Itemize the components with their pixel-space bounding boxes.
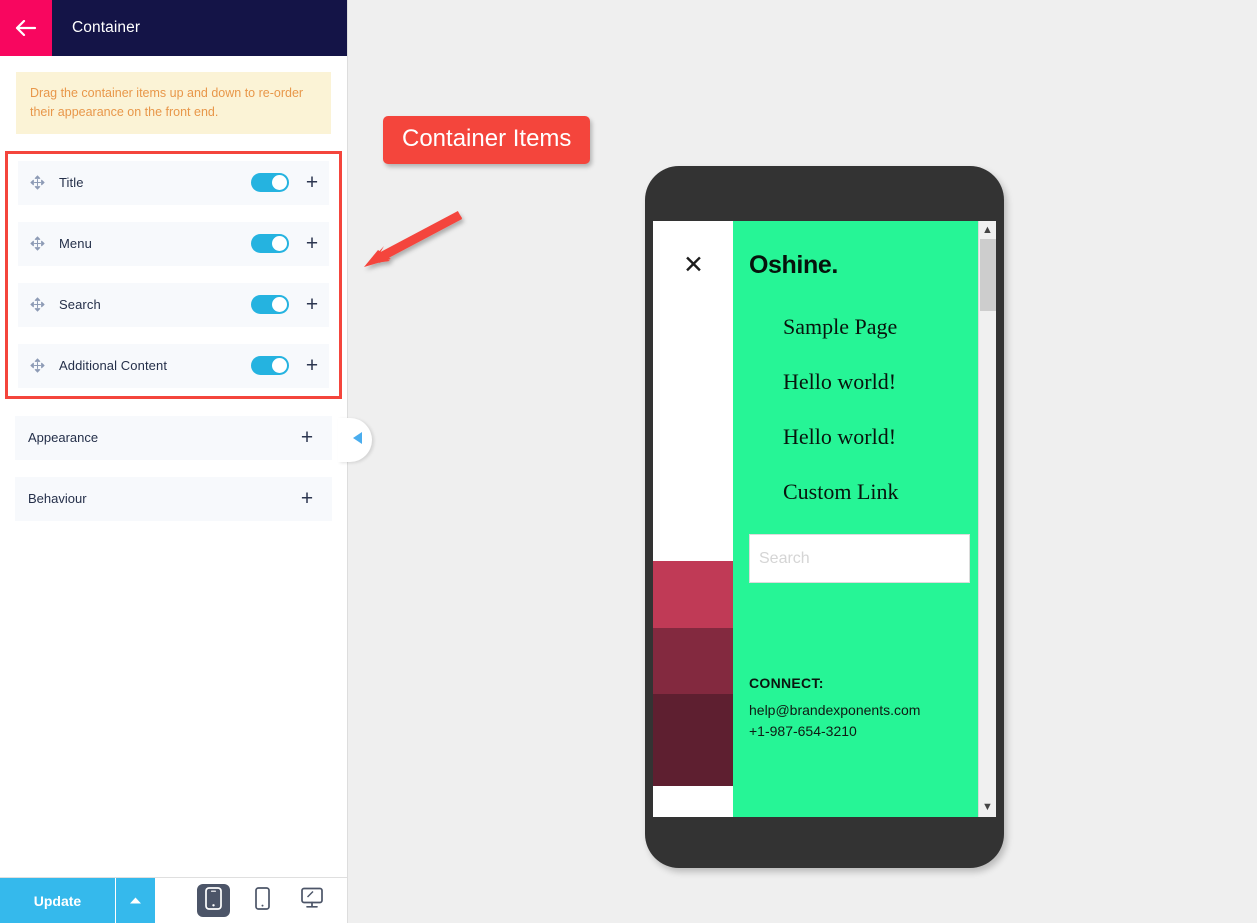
desktop-icon (300, 887, 324, 914)
app-root: Container Drag the container items up an… (0, 0, 1257, 923)
page-title: Container (72, 19, 141, 36)
update-button[interactable]: Update (0, 878, 115, 923)
container-item-label: Title (59, 175, 84, 190)
container-item-label: Additional Content (59, 358, 168, 373)
visibility-toggle[interactable] (251, 295, 289, 314)
visibility-toggle[interactable] (251, 356, 289, 375)
toggle-knob (272, 175, 287, 190)
preview-left-column: ✕ (653, 221, 733, 817)
annotation-arrow (364, 211, 463, 267)
preview-menu-panel: Oshine. Sample Page Hello world! Hello w… (733, 221, 996, 817)
section-label: Appearance (28, 430, 99, 445)
swatch-maroon (653, 628, 733, 694)
visibility-toggle[interactable] (251, 173, 289, 192)
move-icon[interactable] (30, 358, 52, 373)
container-item-title[interactable]: Title + (18, 160, 329, 205)
plus-icon[interactable]: + (298, 488, 316, 509)
container-item-search[interactable]: Search + (18, 282, 329, 327)
close-x-icon[interactable]: ✕ (683, 253, 704, 278)
container-item-label: Menu (59, 236, 92, 251)
back-button[interactable] (0, 0, 52, 56)
move-icon[interactable] (30, 236, 52, 251)
chevron-down-icon[interactable]: ▼ (982, 802, 993, 813)
swatch-rose (653, 561, 733, 628)
phone-preview-frame: ✕ Oshine. Sample Page Hello world! Hello… (645, 166, 1004, 868)
drag-notice: Drag the container items up and down to … (16, 72, 331, 134)
section-appearance[interactable]: Appearance + (15, 415, 332, 460)
toggle-knob (272, 358, 287, 373)
preview-menu-item[interactable]: Sample Page (783, 314, 980, 340)
plus-icon[interactable]: + (303, 294, 321, 315)
swatch-dark-maroon (653, 694, 733, 786)
container-item-additional-content[interactable]: Additional Content + (18, 343, 329, 388)
section-behaviour[interactable]: Behaviour + (15, 476, 332, 521)
plus-icon[interactable]: + (298, 427, 316, 448)
annotation-callout: Container Items (383, 116, 591, 164)
plus-icon[interactable]: + (303, 233, 321, 254)
preview-scrollbar[interactable]: ▲ ▼ (978, 221, 996, 817)
preview-connect-phone: +1-987-654-3210 (749, 723, 857, 739)
device-desktop-button[interactable] (295, 884, 328, 917)
chevron-up-icon (129, 892, 142, 910)
container-item-label: Search (59, 297, 101, 312)
phone-screen: ✕ Oshine. Sample Page Hello world! Hello… (653, 221, 996, 817)
device-tablet-button[interactable] (246, 884, 279, 917)
panel-footer: Update (0, 877, 347, 923)
preview-menu-item[interactable]: Custom Link (783, 479, 980, 505)
panel-collapse-button[interactable] (338, 418, 372, 462)
mobile-icon (205, 886, 222, 915)
preview-brand: Oshine. (749, 251, 838, 279)
preview-search-input[interactable]: Search (749, 534, 970, 583)
toggle-knob (272, 297, 287, 312)
visibility-toggle[interactable] (251, 234, 289, 253)
tablet-icon (254, 886, 271, 915)
toggle-knob (272, 236, 287, 251)
preview-menu-item[interactable]: Hello world! (783, 424, 980, 450)
panel-header: Container (0, 0, 347, 56)
plus-icon[interactable]: + (303, 355, 321, 376)
scrollbar-thumb[interactable] (980, 239, 996, 311)
chevron-up-icon[interactable]: ▲ (982, 225, 993, 236)
device-preview-switcher (155, 878, 347, 923)
container-items-list: Title + Menu + Search + Additional Conte… (5, 150, 342, 399)
move-icon[interactable] (30, 297, 52, 312)
chevron-left-icon (352, 431, 363, 450)
arrow-left-icon (15, 20, 37, 36)
preview-connect-email: help@brandexponents.com (749, 702, 921, 718)
plus-icon[interactable]: + (303, 172, 321, 193)
device-mobile-button[interactable] (197, 884, 230, 917)
update-options-button[interactable] (115, 878, 155, 923)
container-item-menu[interactable]: Menu + (18, 221, 329, 266)
move-icon[interactable] (30, 175, 52, 190)
section-label: Behaviour (28, 491, 87, 506)
customizer-panel: Container Drag the container items up an… (0, 0, 348, 923)
preview-menu-item[interactable]: Hello world! (783, 369, 980, 395)
preview-connect-heading: CONNECT: (749, 675, 824, 691)
swatch-white-bottom (653, 786, 733, 817)
